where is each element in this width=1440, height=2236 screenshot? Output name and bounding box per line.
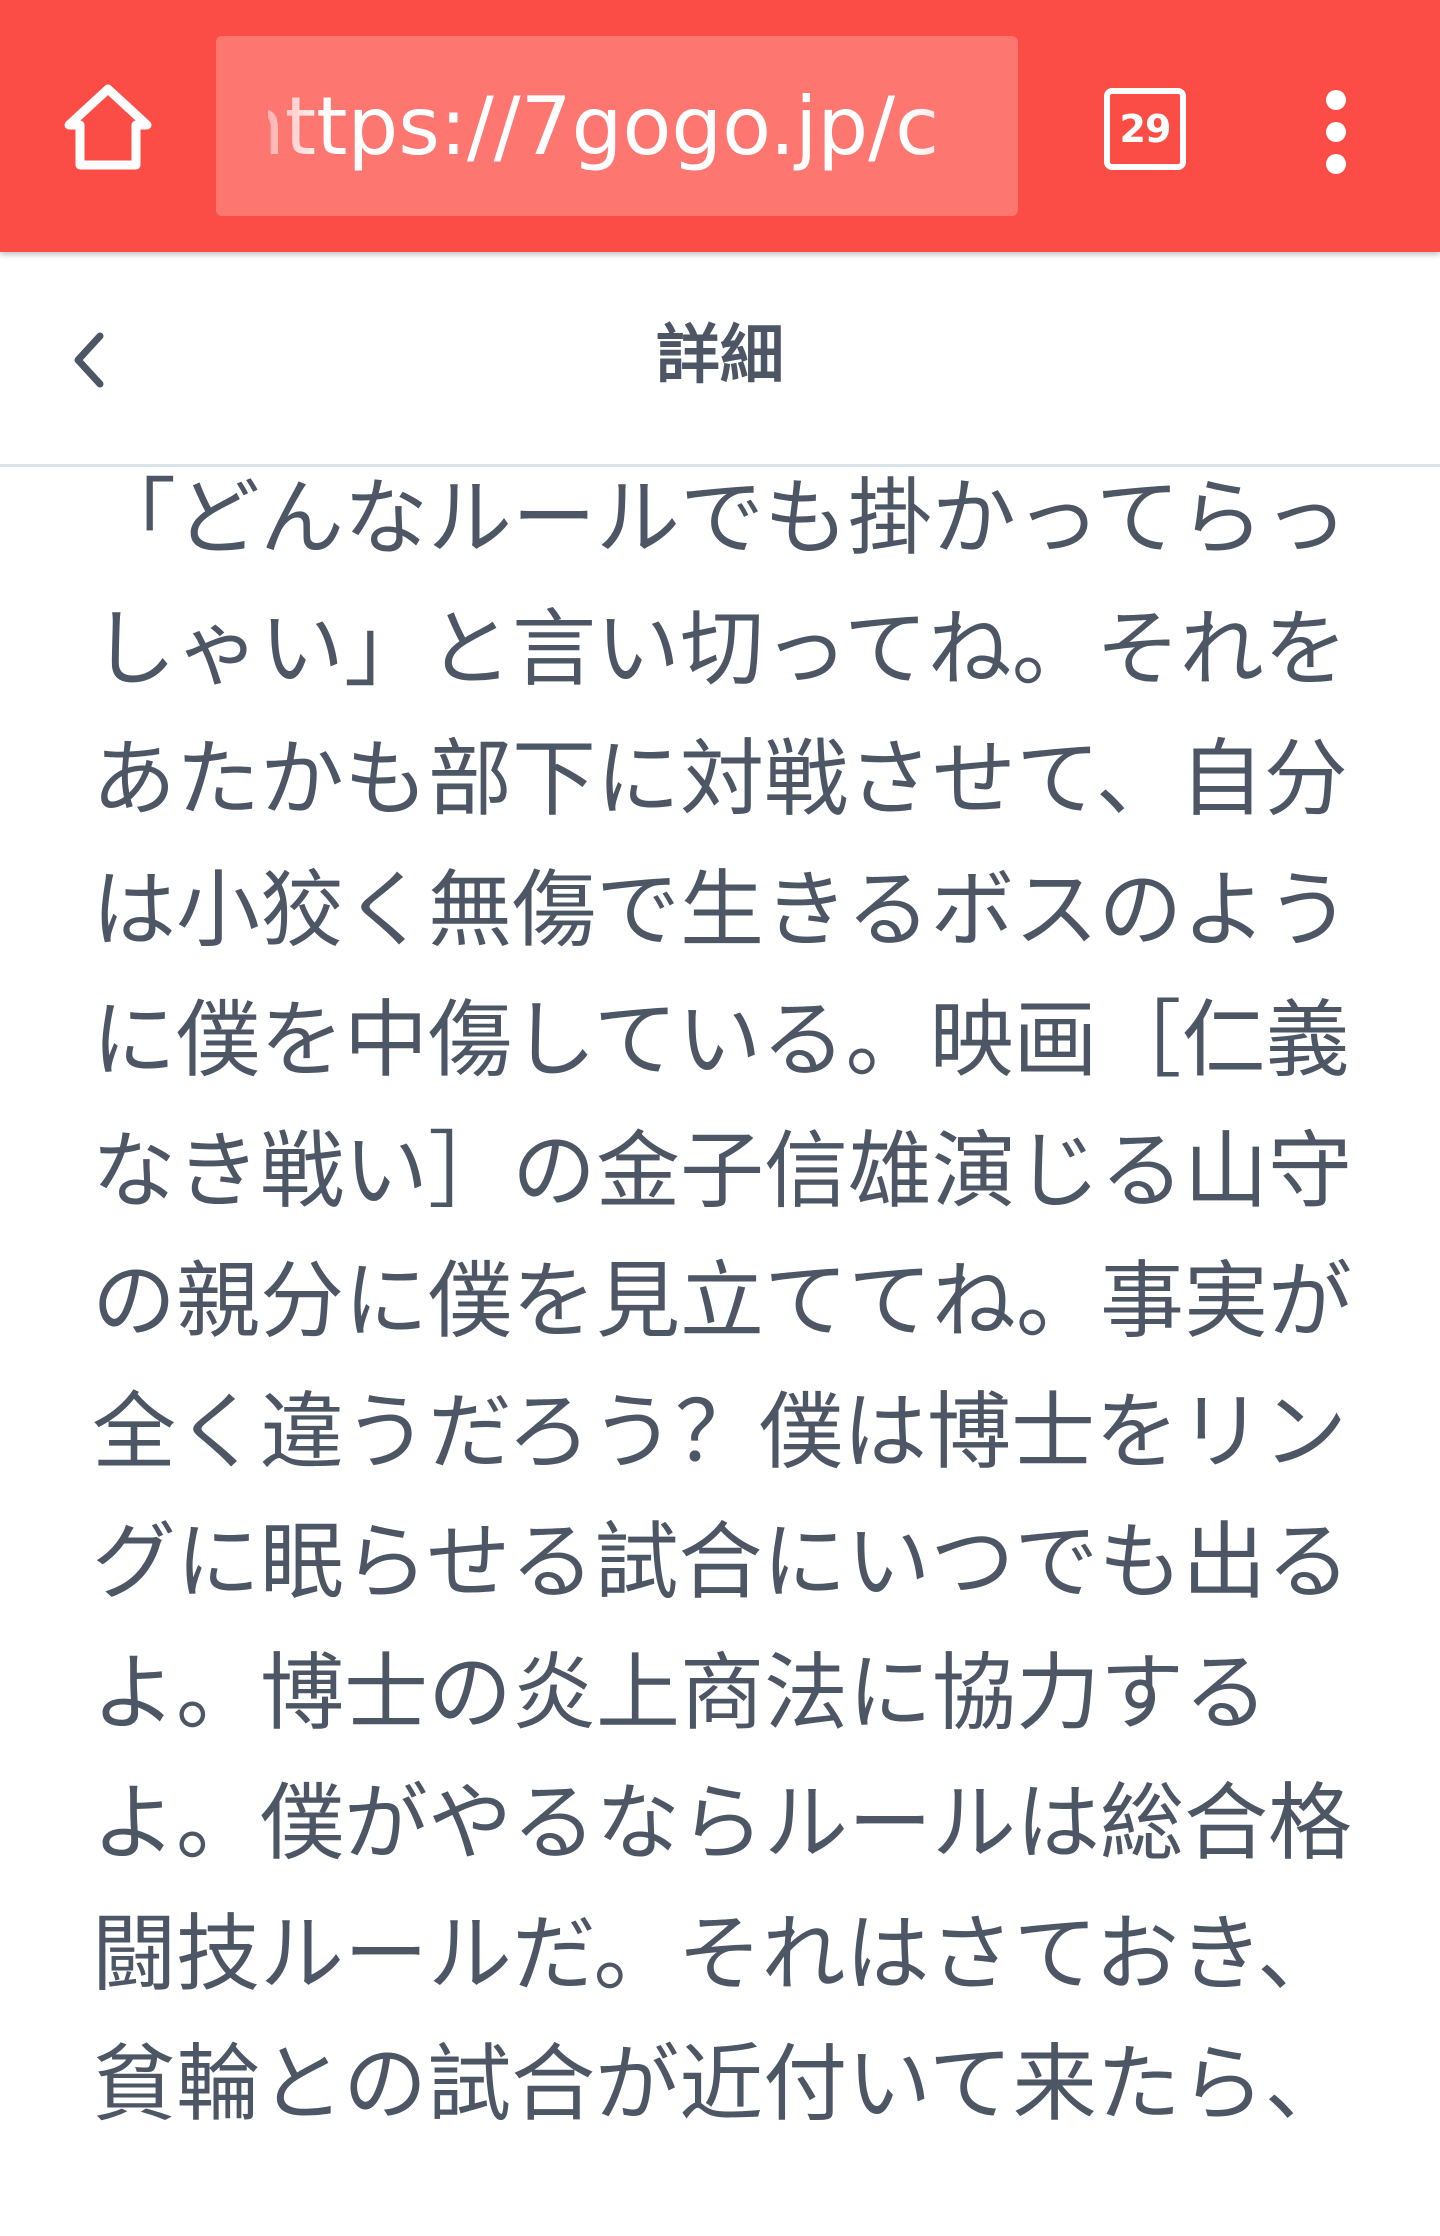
tab-count: 29: [1119, 107, 1172, 151]
more-vertical-icon: [1326, 90, 1346, 110]
tab-switcher-icon: 29: [1104, 88, 1186, 170]
more-vertical-icon-dot: [1326, 154, 1346, 174]
url-value: https://7gogo.jp/c: [268, 79, 940, 173]
home-button[interactable]: [58, 72, 158, 180]
tab-switcher-button[interactable]: 29: [1100, 84, 1186, 170]
page-title: 詳細: [656, 319, 784, 393]
url-text: https://7gogo.jp/c: [268, 36, 988, 216]
more-vertical-icon-dot: [1326, 122, 1346, 142]
page-header: 詳細: [0, 252, 1440, 467]
home-icon: [64, 84, 152, 170]
post-content[interactable]: 「どんなルールでも掛かってらっしゃい」と言い切ってね。それをあたかも部下に対戦さ…: [0, 467, 1440, 2236]
browser-toolbar: https://7gogo.jp/c 29: [0, 0, 1440, 252]
url-bar[interactable]: https://7gogo.jp/c: [216, 36, 1018, 216]
more-menu-button[interactable]: [1300, 82, 1372, 182]
post-body-text: 「どんなルールでも掛かってらっしゃい」と言い切ってね。それをあたかも部下に対戦さ…: [92, 469, 1353, 2133]
